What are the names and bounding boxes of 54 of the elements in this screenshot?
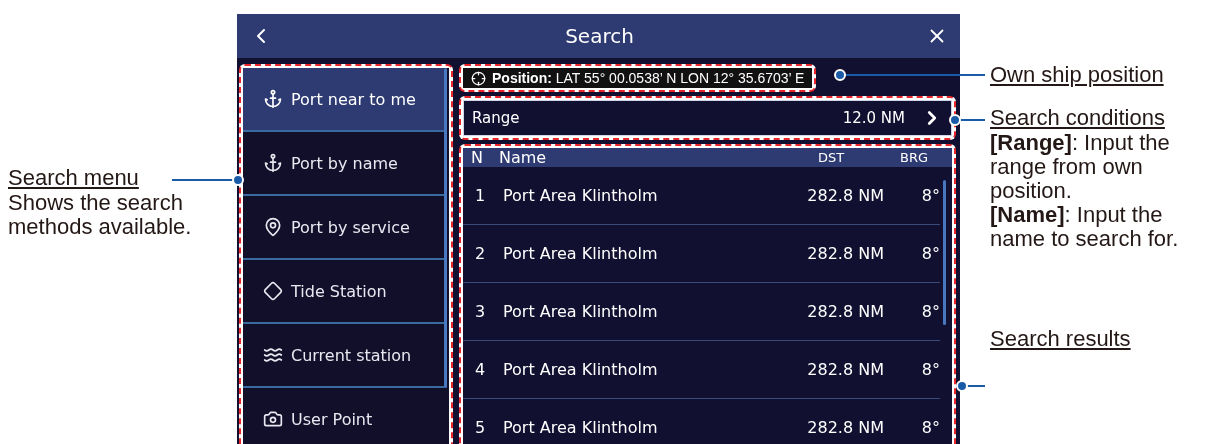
- port-name: Port Area Klintholm: [503, 186, 659, 205]
- camera-icon: [263, 409, 283, 429]
- bearing: 8°: [920, 418, 940, 437]
- range-value: 12.0 NM: [842, 109, 905, 127]
- distance: 282.8 NM: [806, 244, 884, 263]
- window-title: Search: [565, 24, 634, 48]
- callout-text: [Range]: Input the range from own position.: [990, 131, 1171, 203]
- range-row[interactable]: Range 12.0 NM: [463, 100, 952, 136]
- callout-title: Search menu: [8, 165, 139, 191]
- result-row[interactable]: 1 Port Area Klintholm 282.8 NM 8°: [463, 167, 940, 225]
- port-name: Port Area Klintholm: [503, 418, 659, 437]
- menu-item-label: Tide Station: [291, 281, 387, 301]
- menu-item-label: Current station: [291, 345, 412, 365]
- column-header: Name: [499, 148, 548, 167]
- menu-item-label: Port near to me: [291, 89, 416, 109]
- distance: 282.8 NM: [806, 360, 884, 379]
- port-name: Port Area Klintholm: [503, 360, 659, 379]
- distance: 282.8 NM: [806, 186, 884, 205]
- waves-icon: [263, 345, 283, 365]
- distance: 282.8 NM: [806, 418, 884, 437]
- row-number: 3: [475, 302, 487, 321]
- menu-item-label: User Point: [291, 409, 373, 429]
- callout-text: [Name]: Input the name to search for.: [990, 203, 1180, 251]
- bearing: 8°: [920, 244, 940, 263]
- scrollbar[interactable]: [943, 180, 946, 325]
- menu-item-label: Port by service: [291, 217, 410, 237]
- menu-item[interactable]: Port near to me: [243, 68, 444, 132]
- row-number: 4: [475, 360, 487, 379]
- bearing: 8°: [920, 302, 940, 321]
- range-label: Range: [472, 109, 521, 127]
- result-row[interactable]: 5 Port Area Klintholm 282.8 NM 8°: [463, 399, 940, 444]
- row-number: 5: [475, 418, 487, 437]
- callout-title: Search results: [990, 326, 1131, 352]
- column-header: BRG: [899, 150, 929, 165]
- diamond-icon: [263, 281, 283, 301]
- result-row[interactable]: 4 Port Area Klintholm 282.8 NM 8°: [463, 341, 940, 399]
- crosshair-icon: [471, 70, 486, 86]
- distance: 282.8 NM: [806, 302, 884, 321]
- bearing: 8°: [920, 186, 940, 205]
- result-row[interactable]: 3 Port Area Klintholm 282.8 NM 8°: [463, 283, 940, 341]
- row-number: 1: [475, 186, 487, 205]
- column-header: DST: [816, 150, 846, 165]
- scrollbar[interactable]: [444, 68, 447, 388]
- bearing: 8°: [920, 360, 940, 379]
- callout-title: Search conditions: [990, 105, 1165, 131]
- row-number: 2: [475, 244, 487, 263]
- port-name: Port Area Klintholm: [503, 244, 659, 263]
- position-text: Position: LAT 55° 00.0538’ N LON 12° 35.6703’ E: [492, 70, 805, 86]
- port-name: Port Area Klintholm: [503, 302, 659, 321]
- result-row[interactable]: 2 Port Area Klintholm 282.8 NM 8°: [463, 225, 940, 283]
- menu-item-label: Port by name: [291, 153, 398, 173]
- callout-text: Shows the search methods available.: [8, 191, 193, 239]
- callout-title: Own ship position: [990, 62, 1164, 88]
- column-header: N: [471, 148, 484, 167]
